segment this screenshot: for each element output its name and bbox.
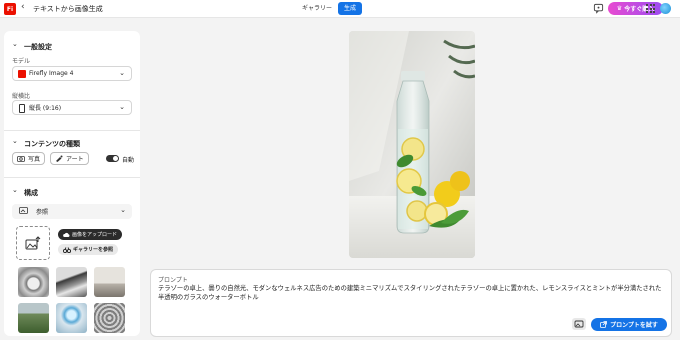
image-reference-icon xyxy=(574,320,584,328)
settings-panel: ⌄ 一般設定 モデル Firefly Image 4 ⌄ 縦横比 縦長 (9:1… xyxy=(4,31,140,336)
reference-thumbnail[interactable] xyxy=(94,303,125,333)
tab-generate[interactable]: 生成 xyxy=(338,2,363,15)
chevron-down-icon[interactable]: ⌄ xyxy=(12,137,18,145)
image-upload-icon xyxy=(25,236,41,250)
page-title: テキストから画像生成 xyxy=(33,5,103,13)
model-select[interactable]: Firefly Image 4 ⌄ xyxy=(12,66,132,81)
reference-icon xyxy=(19,207,28,214)
generated-image-graphic xyxy=(349,31,475,258)
art-button[interactable]: アート xyxy=(50,152,89,165)
upload-image-button[interactable]: 画像をアップロード xyxy=(58,229,123,240)
crown-icon: ♛ xyxy=(616,5,623,12)
general-settings-title: 一般設定 xyxy=(24,43,52,51)
reference-thumbnail[interactable] xyxy=(56,303,87,333)
chevron-down-icon: ⌄ xyxy=(119,69,125,77)
binoculars-icon xyxy=(63,246,71,253)
apps-grid-icon[interactable] xyxy=(646,4,655,13)
tab-gallery[interactable]: ギャラリー xyxy=(296,2,338,15)
open-external-icon xyxy=(600,321,607,328)
reference-thumbnail[interactable] xyxy=(56,267,87,297)
chevron-down-icon: ⌄ xyxy=(120,206,126,214)
brush-icon xyxy=(56,155,63,162)
aspect-ratio-select[interactable]: 縦長 (9:16) ⌄ xyxy=(12,100,132,115)
content-type-title: コンテンツの種類 xyxy=(24,140,80,148)
browse-gallery-button[interactable]: ギャラリーを参照 xyxy=(58,244,119,255)
firefly-model-icon xyxy=(18,70,26,78)
chevron-down-icon[interactable]: ⌄ xyxy=(12,186,18,194)
avatar[interactable] xyxy=(660,3,671,14)
reference-label: 参照 xyxy=(36,209,49,216)
style-reference-button[interactable] xyxy=(572,318,586,330)
prompt-input[interactable]: テラゾーの卓上、曇りの自然光、モダンなウェルネス広告のための建築ミニマリズムでス… xyxy=(158,284,663,302)
prompt-label: プロンプト xyxy=(158,277,188,284)
try-prompt-label: プロンプトを試す xyxy=(610,322,658,329)
reference-thumbnail[interactable] xyxy=(18,303,49,333)
model-label: モデル xyxy=(12,58,31,65)
view-switch: ギャラリー 生成 xyxy=(296,2,363,15)
try-prompt-button[interactable]: プロンプトを試す xyxy=(591,318,667,331)
auto-label: 自動 xyxy=(122,157,135,164)
reference-thumbnail[interactable] xyxy=(18,267,49,297)
aspect-ratio-value: 縦長 (9:16) xyxy=(29,105,62,112)
photo-button[interactable]: 写真 xyxy=(12,152,46,165)
feedback-icon[interactable] xyxy=(593,3,604,14)
composition-title: 構成 xyxy=(24,189,38,197)
reference-thumbnail[interactable] xyxy=(94,267,125,297)
divider xyxy=(4,130,140,131)
photo-label: 写真 xyxy=(28,156,41,163)
generated-image[interactable] xyxy=(349,31,475,258)
model-value: Firefly Image 4 xyxy=(29,70,74,77)
aspect-ratio-label: 縦横比 xyxy=(12,93,31,100)
image-upload-dropzone[interactable] xyxy=(16,226,50,260)
back-button[interactable]: ‹ xyxy=(21,2,25,12)
cloud-upload-icon xyxy=(63,232,70,237)
chevron-down-icon: ⌄ xyxy=(119,103,125,111)
browse-gallery-label: ギャラリーを参照 xyxy=(73,247,114,253)
upload-image-label: 画像をアップロード xyxy=(72,232,118,238)
portrait-icon xyxy=(19,104,25,113)
art-label: アート xyxy=(66,156,84,163)
firefly-logo[interactable]: Fi xyxy=(4,3,16,15)
auto-toggle[interactable] xyxy=(106,155,119,162)
chevron-down-icon[interactable]: ⌄ xyxy=(12,40,18,48)
camera-icon xyxy=(17,156,25,162)
divider xyxy=(4,177,140,178)
reference-select[interactable]: 参照 ⌄ xyxy=(12,204,132,219)
top-bar: Fi ‹ テキストから画像生成 ギャラリー 生成 ♛ 今すぐ購入 xyxy=(0,0,680,18)
